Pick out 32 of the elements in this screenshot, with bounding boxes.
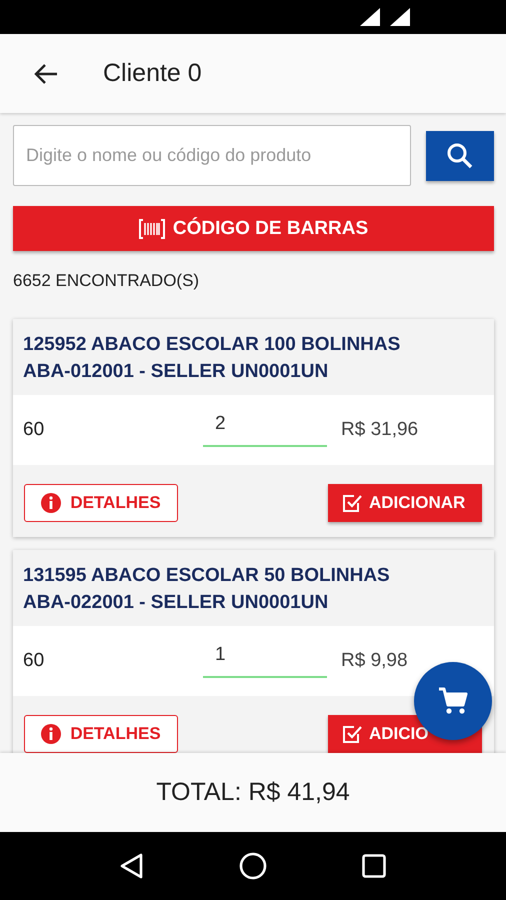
info-icon <box>41 493 62 513</box>
checkbox-icon <box>342 724 362 744</box>
screen-title: Cliente 0 <box>103 59 202 88</box>
product-code: ABA-022001 - SELLER UN0001UN <box>23 591 330 615</box>
info-icon <box>41 724 62 744</box>
details-button[interactable]: DETALHES <box>24 715 178 753</box>
details-button[interactable]: DETALHES <box>24 484 178 522</box>
search-field[interactable]: Digite o nome ou código do produto <box>13 125 411 186</box>
quantity-field[interactable]: 2 <box>203 403 327 447</box>
search-button[interactable] <box>426 130 494 180</box>
home-icon[interactable] <box>238 852 267 880</box>
back-arrow-icon[interactable] <box>33 62 59 84</box>
product-name: 131595 ABACO ESCOLAR 50 BOLINHAS <box>23 564 391 588</box>
stock-text: 60 <box>23 419 46 441</box>
signal-icon <box>360 8 380 26</box>
price-text: R$ 31,96 <box>341 419 418 441</box>
back-icon[interactable] <box>120 853 144 879</box>
product-code: ABA-012001 - SELLER UN0001UN <box>23 360 330 384</box>
price-text: R$ 9,98 <box>341 650 408 672</box>
add-button[interactable]: ADICIONAR <box>328 484 482 522</box>
total-text: TOTAL: R$ 41,94 <box>156 778 350 807</box>
recents-icon[interactable] <box>362 854 386 878</box>
checkbox-icon <box>342 493 362 513</box>
barcode-icon <box>138 218 165 240</box>
stock-text: 60 <box>23 650 46 672</box>
result-count: 6652 ENCONTRADO(S) <box>13 271 200 291</box>
signal-icon <box>390 8 410 26</box>
product-name: 125952 ABACO ESCOLAR 100 BOLINHAS <box>23 333 402 357</box>
search-icon <box>446 142 474 170</box>
barcode-button[interactable]: CÓDIGO DE BARRAS <box>13 206 494 251</box>
quantity-field[interactable]: 1 <box>203 634 327 678</box>
cart-icon <box>437 686 469 716</box>
